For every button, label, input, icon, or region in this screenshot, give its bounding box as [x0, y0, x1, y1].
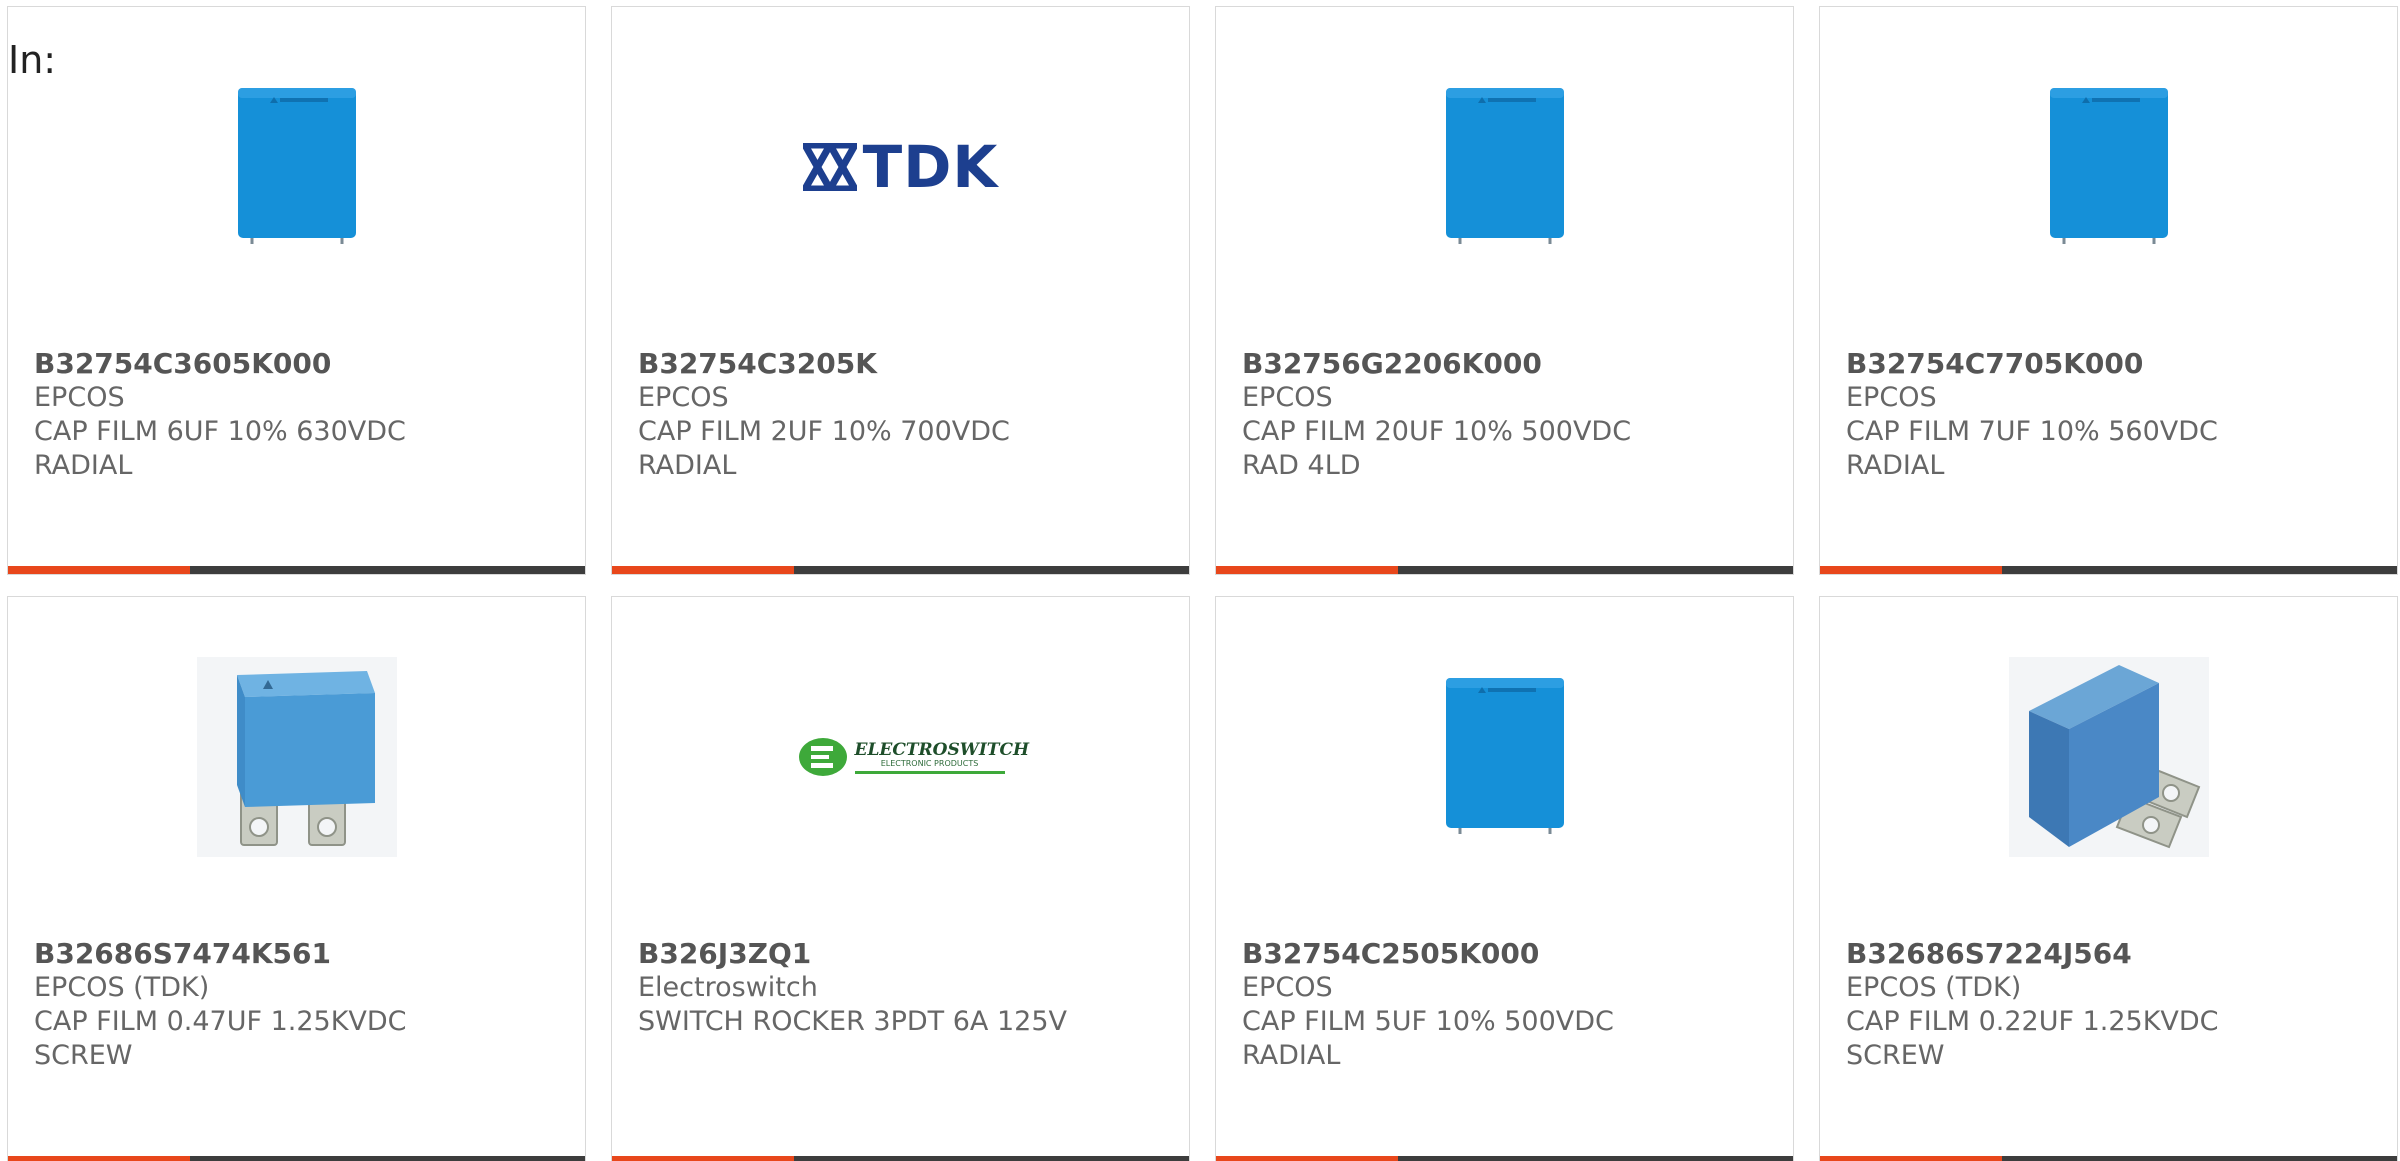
card-accent-bar — [612, 1156, 794, 1161]
part-number[interactable]: B326J3ZQ1 — [638, 937, 1171, 971]
product-card[interactable]: B32754C7705K000 EPCOS CAP FILM 7UF 10% 5… — [1819, 6, 2398, 575]
product-image[interactable]: TDK — [612, 67, 1189, 267]
card-accent-bar — [1820, 1156, 2002, 1161]
electroswitch-logo: ELECTROSWITCH ELECTRONIC PRODUCTS — [797, 736, 1030, 778]
product-info: B32754C3605K000 EPCOS CAP FILM 6UF 10% 6… — [34, 347, 567, 483]
product-image[interactable] — [1216, 67, 1793, 267]
card-bottom-bar — [612, 1156, 1189, 1161]
blue-box-capacitor-icon — [2049, 88, 2168, 244]
card-bottom-bar — [8, 566, 585, 574]
manufacturer: EPCOS — [34, 382, 125, 413]
product-image[interactable]: ELECTROSWITCH ELECTRONIC PRODUCTS — [612, 657, 1189, 857]
description-line-2: RADIAL — [1846, 450, 1945, 481]
product-card[interactable]: ELECTROSWITCH ELECTRONIC PRODUCTS B326J3… — [611, 596, 1190, 1161]
description-line-1: CAP FILM 5UF 10% 500VDC — [1242, 1006, 1614, 1037]
product-info: B32756G2206K000 EPCOS CAP FILM 20UF 10% … — [1242, 347, 1775, 483]
description-line-1: CAP FILM 0.22UF 1.25KVDC — [1846, 1006, 2219, 1037]
card-accent-bar — [1820, 566, 2002, 574]
product-card[interactable]: B32754C3605K000 EPCOS CAP FILM 6UF 10% 6… — [7, 6, 586, 575]
product-card[interactable]: B32686S7224J564 EPCOS (TDK) CAP FILM 0.2… — [1819, 596, 2398, 1161]
tdk-logo-text: TDK — [862, 133, 999, 201]
part-number[interactable]: B32754C2505K000 — [1242, 937, 1775, 971]
manufacturer: Electroswitch — [638, 972, 818, 1003]
card-accent-bar — [612, 566, 794, 574]
card-accent-bar — [8, 566, 190, 574]
part-number[interactable]: B32756G2206K000 — [1242, 347, 1775, 381]
screw-terminal-capacitor-angled-icon — [2008, 657, 2209, 857]
description-line-2: SCREW — [34, 1040, 133, 1071]
card-bottom-bar — [1820, 1156, 2397, 1161]
product-info: B32754C2505K000 EPCOS CAP FILM 5UF 10% 5… — [1242, 937, 1775, 1073]
description-line-2: RADIAL — [638, 450, 737, 481]
tdk-logo-mark-icon — [802, 143, 857, 191]
card-bottom-bar — [612, 566, 1189, 574]
description-line-2: RADIAL — [34, 450, 133, 481]
description-line-1: CAP FILM 2UF 10% 700VDC — [638, 416, 1010, 447]
product-card[interactable]: B32686S7474K561 EPCOS (TDK) CAP FILM 0.4… — [7, 596, 586, 1161]
product-card[interactable]: TDK B32754C3205K EPCOS CAP FILM 2UF 10% … — [611, 6, 1190, 575]
product-info: B326J3ZQ1 Electroswitch SWITCH ROCKER 3P… — [638, 937, 1171, 1039]
product-image[interactable] — [1820, 657, 2397, 857]
card-bottom-bar — [1216, 1156, 1793, 1161]
electroswitch-logo-underline — [854, 770, 1005, 774]
part-number[interactable]: B32754C7705K000 — [1846, 347, 2379, 381]
product-image[interactable] — [8, 67, 585, 267]
screw-terminal-capacitor-icon — [196, 657, 397, 857]
product-info: B32754C3205K EPCOS CAP FILM 2UF 10% 700V… — [638, 347, 1171, 483]
product-image[interactable] — [1216, 657, 1793, 857]
description-line-1: CAP FILM 20UF 10% 500VDC — [1242, 416, 1632, 447]
in-label: In: — [8, 38, 57, 82]
tdk-logo: TDK — [802, 133, 999, 201]
description-line-1: CAP FILM 0.47UF 1.25KVDC — [34, 1006, 407, 1037]
manufacturer: EPCOS — [1242, 972, 1333, 1003]
product-image[interactable] — [1820, 67, 2397, 267]
description-line-1: SWITCH ROCKER 3PDT 6A 125V — [638, 1006, 1067, 1037]
electroswitch-logo-text: ELECTROSWITCH — [854, 739, 1030, 760]
blue-box-capacitor-icon — [1445, 88, 1564, 244]
product-info: B32754C7705K000 EPCOS CAP FILM 7UF 10% 5… — [1846, 347, 2379, 483]
manufacturer: EPCOS — [1242, 382, 1333, 413]
description-line-1: CAP FILM 7UF 10% 560VDC — [1846, 416, 2218, 447]
card-accent-bar — [1216, 1156, 1398, 1161]
product-image[interactable] — [8, 657, 585, 857]
manufacturer: EPCOS (TDK) — [1846, 972, 2022, 1003]
card-accent-bar — [1216, 566, 1398, 574]
product-grid: B32754C3605K000 EPCOS CAP FILM 6UF 10% 6… — [7, 6, 2398, 1161]
card-bottom-bar — [1216, 566, 1793, 574]
electroswitch-logo-subtext: ELECTRONIC PRODUCTS — [880, 758, 979, 768]
description-line-2: RADIAL — [1242, 1040, 1341, 1071]
manufacturer: EPCOS — [638, 382, 729, 413]
manufacturer: EPCOS — [1846, 382, 1937, 413]
product-results-page: In: B32754C3605K000 EPCOS CAP FILM 6UF 1… — [0, 0, 2400, 1161]
product-card[interactable]: B32756G2206K000 EPCOS CAP FILM 20UF 10% … — [1215, 6, 1794, 575]
card-accent-bar — [8, 1156, 190, 1161]
description-line-2: SCREW — [1846, 1040, 1945, 1071]
description-line-1: CAP FILM 6UF 10% 630VDC — [34, 416, 406, 447]
manufacturer: EPCOS (TDK) — [34, 972, 210, 1003]
product-info: B32686S7474K561 EPCOS (TDK) CAP FILM 0.4… — [34, 937, 567, 1073]
product-card[interactable]: B32754C2505K000 EPCOS CAP FILM 5UF 10% 5… — [1215, 596, 1794, 1161]
product-info: B32686S7224J564 EPCOS (TDK) CAP FILM 0.2… — [1846, 937, 2379, 1073]
part-number[interactable]: B32754C3205K — [638, 347, 1171, 381]
electroswitch-logo-mark-icon — [798, 738, 847, 776]
part-number[interactable]: B32686S7474K561 — [34, 937, 567, 971]
card-bottom-bar — [1820, 566, 2397, 574]
description-line-2: RAD 4LD — [1242, 450, 1361, 481]
blue-box-capacitor-icon — [237, 88, 356, 244]
card-bottom-bar — [8, 1156, 585, 1161]
part-number[interactable]: B32754C3605K000 — [34, 347, 567, 381]
part-number[interactable]: B32686S7224J564 — [1846, 937, 2379, 971]
blue-box-capacitor-icon — [1445, 678, 1564, 834]
